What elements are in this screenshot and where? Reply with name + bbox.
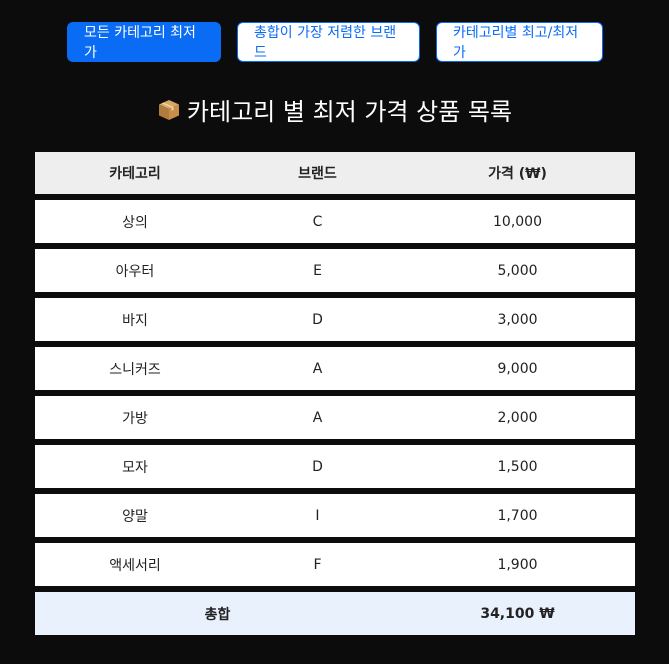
- tab-category-high-low[interactable]: 카테고리별 최고/최저가: [436, 22, 603, 62]
- table-row: 액세서리 F 1,900: [35, 543, 635, 586]
- tab-cheapest-brand-total[interactable]: 총합이 가장 저렴한 브랜드: [237, 22, 420, 62]
- tab-bar: 모든 카테고리 최저가 총합이 가장 저렴한 브랜드 카테고리별 최고/최저가: [67, 22, 603, 62]
- cell-price: 3,000: [497, 311, 538, 328]
- cell-category: 모자: [122, 459, 148, 476]
- page-title-text: 카테고리 별 최저 가격 상품 목록: [186, 98, 513, 126]
- cell-brand: I: [315, 507, 320, 524]
- table-total-row: 총합 34,100 ₩: [35, 592, 635, 635]
- page-title: 카테고리 별 최저 가격 상품 목록: [0, 92, 669, 127]
- cell-category: 상의: [122, 214, 148, 231]
- cell-price: 2,000: [497, 409, 538, 426]
- cell-category: 바지: [122, 312, 148, 329]
- cell-price: 10,000: [493, 213, 542, 230]
- table-row: 가방 A 2,000: [35, 396, 635, 439]
- package-icon: [157, 98, 181, 122]
- cell-price: 1,900: [497, 556, 538, 573]
- cell-brand: A: [312, 409, 323, 426]
- header-category: 카테고리: [109, 166, 161, 182]
- cell-category: 액세서리: [109, 557, 161, 574]
- cell-price: 5,000: [497, 262, 538, 279]
- table-row: 상의 C 10,000: [35, 200, 635, 243]
- cell-price: 9,000: [497, 360, 538, 377]
- header-price: 가격 (₩): [488, 166, 547, 182]
- cell-category: 스니커즈: [109, 361, 161, 378]
- table-header-row: 카테고리 브랜드 가격 (₩): [35, 152, 635, 194]
- cell-price: 1,700: [497, 507, 538, 524]
- header-brand: 브랜드: [298, 166, 337, 182]
- cell-brand: D: [312, 311, 323, 328]
- cell-brand: D: [312, 458, 323, 475]
- table-row: 스니커즈 A 9,000: [35, 347, 635, 390]
- cell-brand: C: [312, 213, 323, 230]
- lowest-price-table: 카테고리 브랜드 가격 (₩) 상의 C 10,000 아우터 E 5,000 …: [35, 152, 635, 635]
- table-row: 아우터 E 5,000: [35, 249, 635, 292]
- total-value: 34,100 ₩: [480, 605, 555, 622]
- cell-category: 가방: [122, 410, 148, 427]
- tab-all-category-lowest[interactable]: 모든 카테고리 최저가: [67, 22, 221, 62]
- cell-brand: A: [312, 360, 323, 377]
- total-label: 총합: [204, 606, 231, 623]
- cell-category: 양말: [122, 508, 148, 525]
- table-row: 모자 D 1,500: [35, 445, 635, 488]
- page: 모든 카테고리 최저가 총합이 가장 저렴한 브랜드 카테고리별 최고/최저가 …: [0, 0, 669, 664]
- table-row: 바지 D 3,000: [35, 298, 635, 341]
- cell-category: 아우터: [115, 263, 155, 280]
- cell-brand: E: [313, 262, 322, 279]
- cell-price: 1,500: [497, 458, 538, 475]
- table-row: 양말 I 1,700: [35, 494, 635, 537]
- cell-brand: F: [313, 556, 322, 573]
